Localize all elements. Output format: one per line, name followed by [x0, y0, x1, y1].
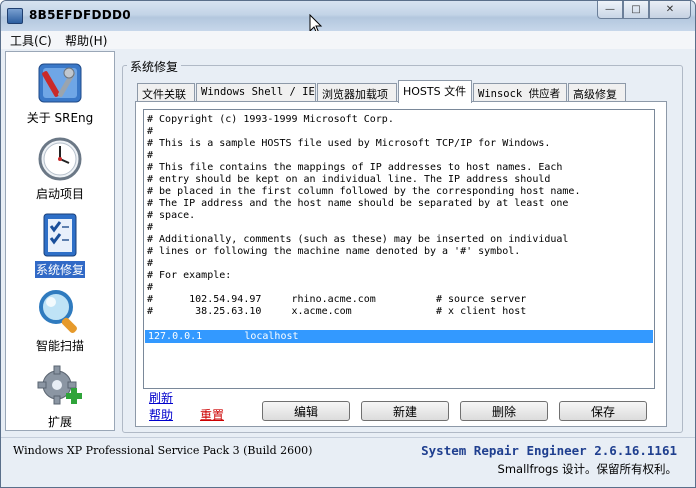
hosts-line[interactable]: # be placed in the first column followed…: [147, 186, 580, 198]
sidebar-item-startup[interactable]: 启动项目: [6, 136, 114, 202]
gear-plus-icon: [36, 364, 84, 410]
sidebar: 关于 SREng 启动项目 系统修复 智能扫描 扩展: [5, 51, 115, 431]
reset-link[interactable]: 重置: [200, 406, 224, 423]
sidebar-item-smart-scan[interactable]: 智能扫描: [6, 288, 114, 354]
selected-line-text: 127.0.0.1 localhost: [148, 331, 299, 342]
new-button[interactable]: 新建: [361, 401, 449, 421]
hosts-line[interactable]: #: [147, 126, 153, 138]
copyright-text: Smallfrogs 设计。保留所有权利。: [497, 462, 677, 476]
sidebar-item-label: 智能扫描: [35, 339, 84, 353]
magnifier-icon: [36, 288, 84, 334]
hosts-line[interactable]: #: [147, 222, 153, 234]
hosts-line[interactable]: #: [147, 258, 153, 270]
sidebar-item-system-repair[interactable]: 系统修复: [6, 212, 114, 278]
hosts-list[interactable]: # Copyright (c) 1993-1999 Microsoft Corp…: [143, 109, 655, 389]
save-button[interactable]: 保存: [559, 401, 647, 421]
tab-file-association[interactable]: 文件关联: [137, 83, 195, 102]
close-button[interactable]: ✕: [649, 1, 691, 19]
sidebar-item-label: 关于 SREng: [26, 111, 94, 125]
help-link[interactable]: 帮助: [149, 406, 173, 423]
tools-icon: [36, 60, 84, 106]
maximize-button[interactable]: □: [623, 1, 649, 19]
edit-button[interactable]: 编辑: [262, 401, 350, 421]
tab-winsock-providers[interactable]: Winsock 供应者: [473, 83, 567, 102]
hosts-line[interactable]: # entry should be kept on an individual …: [147, 174, 550, 186]
product-name: System Repair Engineer 2.6.16.1161: [421, 443, 677, 458]
window-controls: — □ ✕: [597, 1, 691, 20]
hosts-line[interactable]: # 102.54.94.97 rhino.acme.com # source s…: [147, 294, 526, 306]
hosts-line[interactable]: # This is a sample HOSTS file used by Mi…: [147, 138, 550, 150]
app-window: 8B5EFDFDDD0 — □ ✕ 工具(C) 帮助(H) 关于 SREng 启…: [0, 0, 696, 488]
hosts-line[interactable]: # Copyright (c) 1993-1999 Microsoft Corp…: [147, 114, 394, 126]
hosts-line[interactable]: # The IP address and the host name shoul…: [147, 198, 568, 210]
window-title: 8B5EFDFDDD0: [29, 8, 131, 22]
os-info-text: Windows XP Professional Service Pack 3 (…: [13, 444, 313, 457]
refresh-link[interactable]: 刷新: [149, 389, 173, 406]
delete-button[interactable]: 删除: [460, 401, 548, 421]
tab-windows-shell-ie[interactable]: Windows Shell / IE: [196, 83, 316, 102]
sidebar-item-about[interactable]: 关于 SREng: [6, 60, 114, 126]
hosts-line[interactable]: # 38.25.63.10 x.acme.com # x client host: [147, 306, 526, 318]
app-icon: [7, 8, 23, 24]
hosts-line[interactable]: #: [147, 282, 153, 294]
sidebar-item-label: 启动项目: [35, 187, 84, 201]
clock-icon: [36, 136, 84, 182]
hosts-line[interactable]: # space.: [147, 210, 195, 222]
hosts-line[interactable]: # This file contains the mappings of IP …: [147, 162, 562, 174]
menu-help[interactable]: 帮助(H): [65, 32, 107, 49]
sidebar-item-label: 系统修复: [34, 261, 85, 278]
hosts-line[interactable]: # lines or following the machine name de…: [147, 246, 520, 258]
menu-tools[interactable]: 工具(C): [10, 32, 52, 49]
hosts-line[interactable]: # Additionally, comments (such as these)…: [147, 234, 568, 246]
checklist-icon: [36, 212, 84, 258]
hosts-line[interactable]: # For example:: [147, 270, 231, 282]
group-title: 系统修复: [127, 58, 182, 75]
hosts-line[interactable]: #: [147, 150, 153, 162]
tab-advanced-repair[interactable]: 高级修复: [568, 83, 626, 102]
title-bar[interactable]: 8B5EFDFDDD0 — □ ✕: [1, 1, 695, 31]
sidebar-item-extensions[interactable]: 扩展: [6, 364, 114, 430]
tab-hosts-file[interactable]: HOSTS 文件: [398, 80, 472, 103]
sidebar-item-label: 扩展: [47, 415, 72, 429]
hosts-line-selected[interactable]: 127.0.0.1 localhost: [145, 330, 653, 343]
minimize-button[interactable]: —: [597, 1, 623, 19]
tab-browser-addons[interactable]: 浏览器加载项: [317, 83, 397, 102]
menu-bar: 工具(C) 帮助(H): [1, 31, 695, 49]
